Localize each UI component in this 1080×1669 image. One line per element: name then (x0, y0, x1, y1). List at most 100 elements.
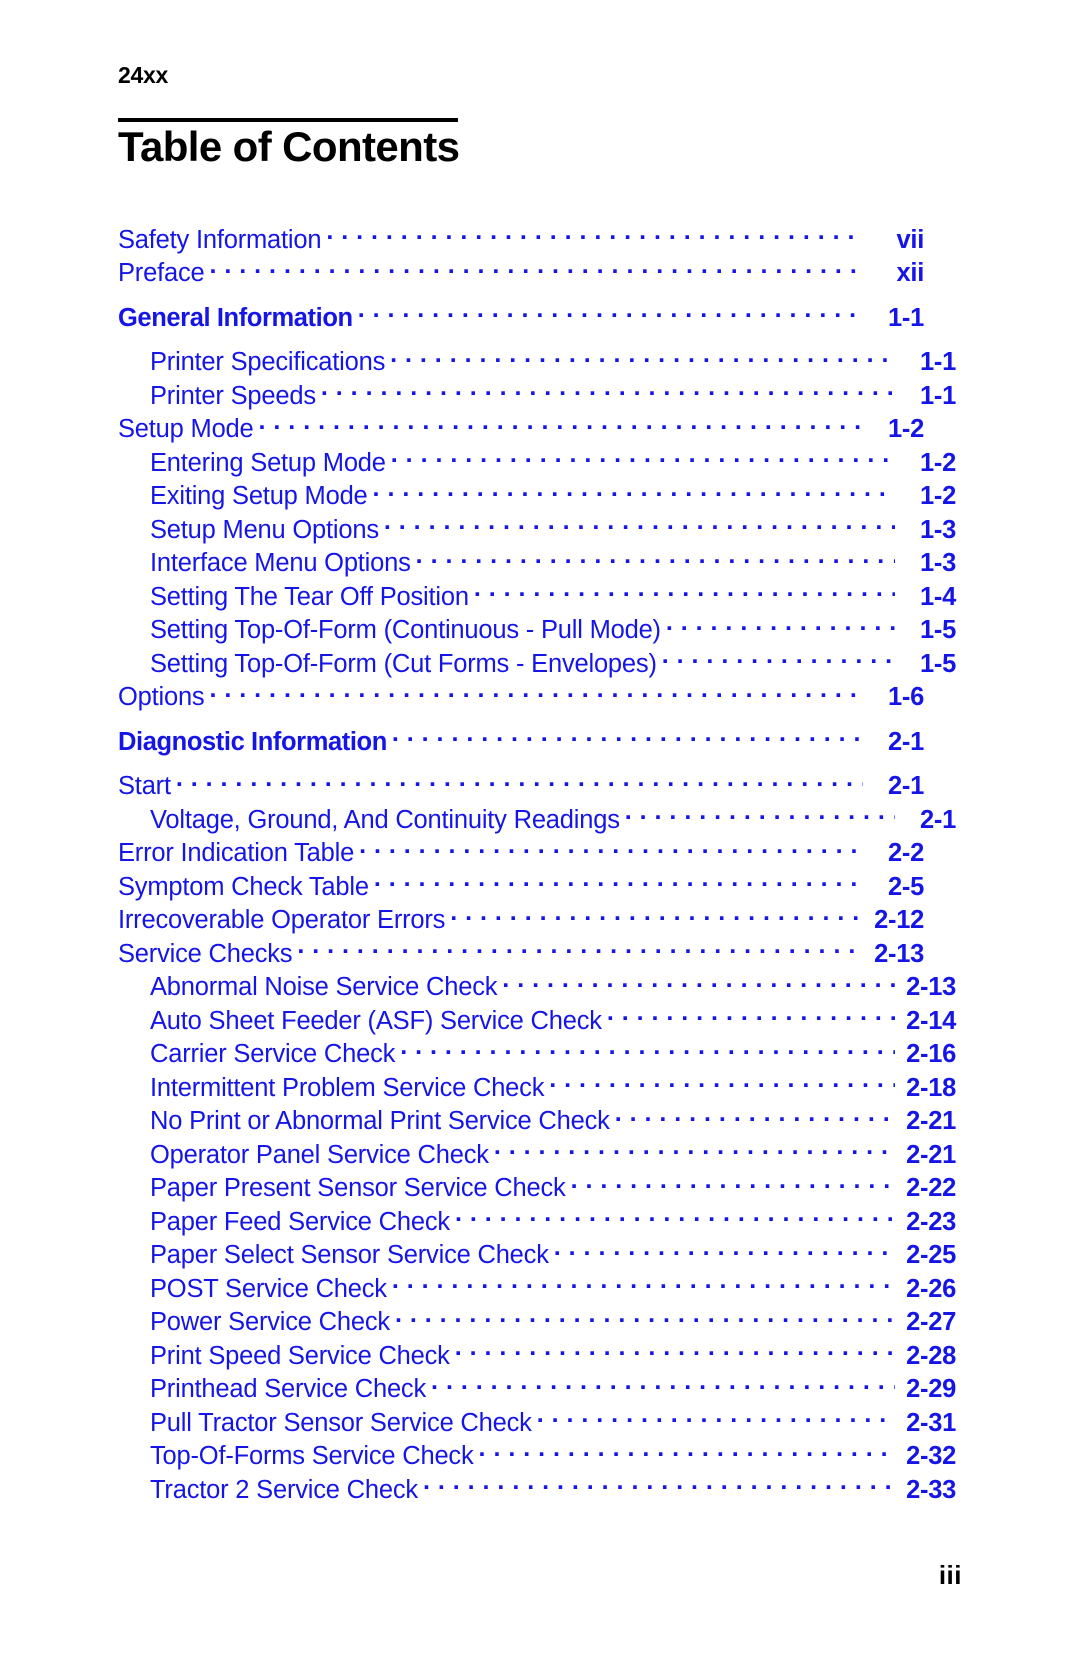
toc-leader-dots (554, 1238, 895, 1264)
toc-entry-page-number: 2-22 (906, 1174, 956, 1202)
running-header-model: 24xx (118, 62, 168, 88)
toc-entry[interactable]: Exiting Setup Mode 1-2 (118, 479, 956, 513)
toc-entry-label: Setting Top-Of-Form (Continuous - Pull M… (150, 616, 661, 644)
toc-leader-dots (374, 869, 863, 895)
toc-entry[interactable]: POST Service Check 2-26 (118, 1271, 956, 1305)
toc-entry[interactable]: Printer Specifications 1-1 (118, 345, 956, 379)
toc-entry[interactable]: Abnormal Noise Service Check 2-13 (118, 970, 956, 1004)
toc-entry[interactable]: Start 2-1 (118, 769, 924, 803)
toc-leader-dots (209, 680, 863, 706)
toc-leader-dots (209, 256, 863, 282)
toc-entry-page-number: 2-5 (888, 872, 924, 901)
toc-leader-dots (392, 1271, 895, 1297)
toc-entry[interactable]: Options 1-6 (118, 680, 924, 714)
toc-entry-label: Print Speed Service Check (150, 1341, 450, 1370)
toc-entry[interactable]: Symptom Check Table 2-5 (118, 869, 924, 903)
toc-entry-page-number: 1-3 (920, 549, 956, 577)
toc-entry[interactable]: Safety Information vii (118, 222, 924, 256)
toc-entry[interactable]: Printer Speeds 1-1 (118, 378, 956, 412)
toc-entry-label: Carrier Service Check (150, 1040, 396, 1068)
toc-entry[interactable]: Printhead Service Check 2-29 (118, 1372, 956, 1406)
toc-entry[interactable]: Setting Top-Of-Form (Cut Forms - Envelop… (118, 646, 956, 680)
toc-entry-page-number: 2-23 (906, 1207, 956, 1236)
toc-entry-label: Power Service Check (150, 1308, 390, 1336)
toc-entry-label: Start (118, 772, 171, 800)
toc-entry-label: Setting Top-Of-Form (Cut Forms - Envelop… (150, 649, 657, 678)
toc-entry[interactable]: Setup Mode 1-2 (118, 412, 924, 446)
toc-entry-label: Interface Menu Options (150, 549, 411, 577)
toc-leader-dots (259, 412, 863, 438)
toc-entry[interactable]: Preface xii (118, 256, 924, 290)
toc-entry-label: Options (118, 683, 205, 711)
toc-entry[interactable]: Voltage, Ground, And Continuity Readings… (118, 802, 956, 836)
toc-leader-dots (297, 936, 863, 962)
toc-leader-dots (359, 836, 863, 862)
toc-entry-page-number: 1-1 (920, 348, 956, 376)
toc-leader-dots (395, 1305, 895, 1331)
toc-entry-page-number: 2-21 (906, 1107, 956, 1135)
toc-leader-dots (400, 1037, 895, 1063)
toc-leader-dots (615, 1104, 895, 1130)
toc-leader-dots (502, 970, 895, 996)
toc-entry[interactable]: Auto Sheet Feeder (ASF) Service Check 2-1… (118, 1003, 956, 1037)
toc-entry[interactable]: No Print or Abnormal Print Service Check… (118, 1104, 956, 1138)
toc-entry[interactable]: Pull Tractor Sensor Service Check 2-31 (118, 1405, 956, 1439)
toc-entry[interactable]: Print Speed Service Check 2-28 (118, 1338, 956, 1372)
toc-entry[interactable]: Intermittent Problem Service Check 2-18 (118, 1070, 956, 1104)
toc-entry-page-number: 2-1 (888, 772, 924, 800)
table-of-contents-list: Safety Information vii Preface xii General I… (118, 222, 956, 1506)
toc-entry-page-number: 1-2 (888, 415, 924, 443)
toc-entry-label: General Information (118, 303, 353, 332)
toc-entry-label: Paper Feed Service Check (150, 1207, 450, 1236)
toc-entry-label: Operator Panel Service Check (150, 1140, 489, 1169)
toc-chapter-entry[interactable]: General Information 1-1 (118, 300, 924, 334)
toc-entry-label: Printhead Service Check (150, 1375, 427, 1403)
toc-entry[interactable]: Entering Setup Mode 1-2 (118, 445, 956, 479)
toc-entry-label: Safety Information (118, 225, 322, 254)
toc-chapter-entry[interactable]: Diagnostic Information 2-1 (118, 724, 924, 758)
toc-leader-dots (321, 378, 895, 404)
toc-entry-page-number: 2-25 (906, 1241, 956, 1269)
toc-leader-dots (423, 1472, 895, 1498)
toc-entry-label: Setup Menu Options (150, 515, 379, 544)
toc-entry[interactable]: Setup Menu Options 1-3 (118, 512, 956, 546)
toc-entry-label: Printer Specifications (150, 348, 386, 376)
toc-leader-dots (358, 300, 863, 326)
toc-entry-page-number: 2-13 (874, 939, 924, 968)
toc-entry[interactable]: Paper Select Sensor Service Check 2-25 (118, 1238, 956, 1272)
toc-entry[interactable]: Power Service Check 2-27 (118, 1305, 956, 1339)
toc-entry[interactable]: Tractor 2 Service Check 2-33 (118, 1472, 956, 1506)
toc-entry-label: Irrecoverable Operator Errors (118, 906, 446, 934)
toc-entry-page-number: 1-4 (920, 582, 956, 611)
toc-entry-label: Abnormal Noise Service Check (150, 973, 498, 1001)
toc-entry[interactable]: Top-Of-Forms Service Check 2-32 (118, 1439, 956, 1473)
title-rule (118, 118, 458, 122)
toc-entry-page-number: 2-32 (906, 1442, 956, 1470)
toc-entry-label: Diagnostic Information (118, 727, 387, 756)
toc-entry-label: Auto Sheet Feeder (ASF) Service Check (150, 1006, 602, 1035)
toc-entry-page-number: 1-3 (920, 515, 956, 544)
toc-entry[interactable]: Paper Present Sensor Service Check 2-22 (118, 1171, 956, 1205)
toc-entry-page-number: vii (896, 225, 925, 254)
toc-entry[interactable]: Interface Menu Options 1-3 (118, 546, 956, 580)
toc-entry[interactable]: Error Indication Table 2-2 (118, 836, 924, 870)
toc-entry-label: No Print or Abnormal Print Service Check (150, 1107, 610, 1135)
toc-entry-page-number: 2-26 (906, 1274, 956, 1303)
toc-entry[interactable]: Carrier Service Check 2-16 (118, 1037, 956, 1071)
toc-entry-page-number: 1-2 (920, 448, 956, 477)
toc-leader-dots (384, 512, 895, 538)
toc-entry-label: Exiting Setup Mode (150, 482, 368, 510)
toc-entry[interactable]: Irrecoverable Operator Errors 2-12 (118, 903, 924, 937)
toc-entry[interactable]: Setting Top-Of-Form (Continuous - Pull M… (118, 613, 956, 647)
toc-entry-label: Top-Of-Forms Service Check (150, 1442, 474, 1470)
toc-page: 24xx Table of Contents Safety Informatio… (0, 0, 1080, 1669)
toc-entry[interactable]: Paper Feed Service Check 2-23 (118, 1204, 956, 1238)
toc-entry[interactable]: Operator Panel Service Check 2-21 (118, 1137, 956, 1171)
toc-entry-label: POST Service Check (150, 1274, 387, 1303)
toc-leader-dots (474, 579, 895, 605)
page-title: Table of Contents (118, 123, 460, 170)
toc-entry[interactable]: Setting The Tear Off Position 1-4 (118, 579, 956, 613)
toc-entry-label: Error Indication Table (118, 839, 355, 867)
toc-leader-dots (326, 222, 863, 248)
toc-entry[interactable]: Service Checks 2-13 (118, 936, 924, 970)
